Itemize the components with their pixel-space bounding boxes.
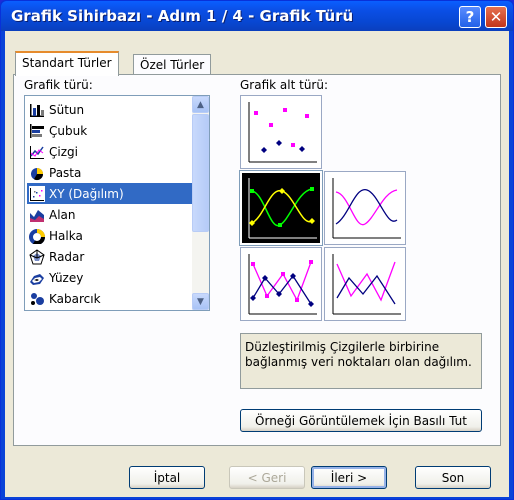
scatter-smooth-lines-icon <box>332 178 401 239</box>
help-icon: ? <box>465 8 475 26</box>
list-item-label: Halka <box>49 228 83 243</box>
back-label: < Geri <box>247 470 287 485</box>
chevron-up-icon: ▲ <box>197 99 204 110</box>
scroll-down-button[interactable]: ▼ <box>192 293 209 310</box>
scroll-up-button[interactable]: ▲ <box>192 96 209 113</box>
radar-chart-icon <box>29 248 45 264</box>
tab-label: Standart Türler <box>22 56 112 70</box>
list-item-alan[interactable]: Alan <box>27 204 193 225</box>
list-item-label: Kabarcık <box>49 291 101 306</box>
chart-type-label: Grafik türü: <box>24 78 93 92</box>
dialog-body: Standart Türler Özel Türler Grafik türü:… <box>5 31 509 497</box>
pie-chart-icon <box>31 167 43 180</box>
tab-standard-types[interactable]: Standart Türler <box>15 51 119 76</box>
subtype-grid <box>239 95 480 321</box>
scatter-chart-icon <box>29 185 45 202</box>
chart-wizard-window: Grafik Sihirbazı - Adım 1 / 4 - Grafik T… <box>0 0 514 500</box>
bubble-chart-icon <box>31 292 44 305</box>
list-item-xy-dagilim[interactable]: XY (Dağılım) <box>27 183 193 204</box>
subtype-scatter-smooth-lines-markers[interactable] <box>239 170 323 246</box>
list-item-label: XY (Dağılım) <box>49 186 124 201</box>
subtype-scatter-straight-lines[interactable] <box>324 247 406 321</box>
list-item-kabarcik[interactable]: Kabarcık <box>27 288 193 309</box>
list-item-cizgi[interactable]: Çizgi <box>27 141 193 162</box>
finish-label: Son <box>441 470 465 485</box>
list-scrollbar[interactable]: ▲ ▼ <box>192 96 209 310</box>
preview-sample-label: Örneği Görüntülemek İçin Basılı Tut <box>255 413 467 428</box>
subtype-scatter-smooth-lines[interactable] <box>324 171 406 245</box>
cancel-button[interactable]: İptal <box>129 466 205 489</box>
tab-label: Özel Türler <box>140 58 205 72</box>
list-item-halka[interactable]: Halka <box>27 225 193 246</box>
tab-custom-types[interactable]: Özel Türler <box>133 54 212 76</box>
list-item-yuzey[interactable]: Yüzey <box>27 267 193 288</box>
area-chart-icon <box>30 209 44 222</box>
next-label: İleri > <box>330 470 368 485</box>
help-button[interactable]: ? <box>459 6 481 28</box>
window-title: Grafik Sihirbazı - Adım 1 / 4 - Grafik T… <box>11 7 354 25</box>
list-item-label: Çizgi <box>49 144 78 159</box>
tab-panel: Grafik türü: Sütun Çubuk Çizgi Pasta XY … <box>13 74 501 446</box>
list-item-pasta[interactable]: Pasta <box>27 162 193 183</box>
list-item-label: Radar <box>49 249 85 264</box>
bar-chart-icon <box>30 123 44 138</box>
subtype-scatter-straight-lines-markers[interactable] <box>240 247 322 321</box>
scatter-straight-lines-markers-icon <box>248 254 317 315</box>
close-button[interactable]: ✕ <box>485 6 507 28</box>
scatter-markers-only-icon <box>248 102 317 163</box>
back-button[interactable]: < Geri <box>229 466 305 489</box>
list-item-radar[interactable]: Radar <box>27 246 193 267</box>
chart-type-list[interactable]: Sütun Çubuk Çizgi Pasta XY (Dağılım) Ala… <box>24 95 210 311</box>
surface-chart-icon <box>30 273 44 285</box>
list-item-label: Yüzey <box>49 270 84 285</box>
scatter-smooth-lines-markers-icon <box>248 178 317 239</box>
list-item-label: Çubuk <box>49 123 88 138</box>
subtype-label: Grafik alt türü: <box>240 78 329 92</box>
doughnut-chart-icon <box>29 228 45 244</box>
cancel-label: İptal <box>153 470 181 485</box>
list-item-label: Alan <box>49 207 76 222</box>
scatter-straight-lines-icon <box>332 254 401 315</box>
chevron-down-icon: ▼ <box>197 296 204 307</box>
column-chart-icon <box>30 103 44 117</box>
subtype-description: Düzleştirilmiş Çizgilerle birbirine bağl… <box>240 333 482 389</box>
title-bar[interactable]: Grafik Sihirbazı - Adım 1 / 4 - Grafik T… <box>1 1 513 31</box>
list-item-sutun[interactable]: Sütun <box>27 99 193 120</box>
subtype-scatter-markers-only[interactable] <box>240 95 322 169</box>
close-icon: ✕ <box>489 8 503 26</box>
list-item-label: Pasta <box>49 165 82 180</box>
scroll-thumb[interactable] <box>192 114 209 232</box>
list-item-cubuk[interactable]: Çubuk <box>27 120 193 141</box>
list-item-label: Sütun <box>49 102 85 117</box>
finish-button[interactable]: Son <box>415 466 491 489</box>
line-chart-icon <box>30 145 44 159</box>
next-button[interactable]: İleri > <box>311 466 387 489</box>
preview-sample-button[interactable]: Örneği Görüntülemek İçin Basılı Tut <box>240 409 482 432</box>
